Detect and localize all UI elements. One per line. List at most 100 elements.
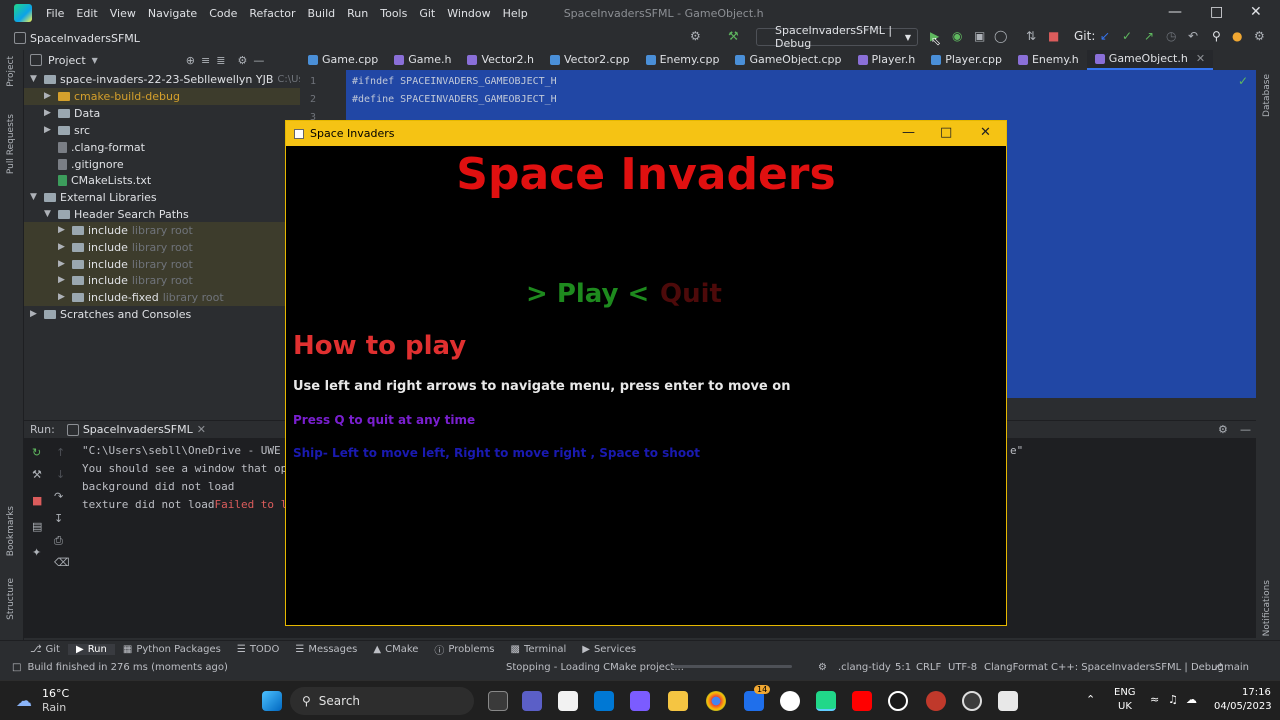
status-context[interactable]: C++: SpaceInvadersSFML | Debug: [1051, 662, 1224, 673]
git-push-icon[interactable]: ↗: [1144, 29, 1154, 43]
layout-icon[interactable]: ▤: [32, 520, 42, 533]
visual-studio-icon[interactable]: [744, 691, 764, 711]
weather-temp[interactable]: 16°C: [42, 687, 69, 700]
menu-build[interactable]: Build: [302, 7, 342, 20]
locate-icon[interactable]: ⊕: [186, 54, 195, 67]
toolwin-messages[interactable]: ☰ Messages: [287, 644, 365, 655]
down-arrow-icon[interactable]: ↓: [56, 468, 65, 481]
ide-maximize-icon[interactable]: □: [1210, 4, 1223, 20]
tab-gameobject-h[interactable]: GameObject.h ✕: [1086, 50, 1214, 70]
menu-edit[interactable]: Edit: [70, 7, 103, 20]
trash-icon[interactable]: ⌫: [54, 556, 70, 569]
stop-icon[interactable]: ■: [1048, 29, 1059, 43]
tree-root[interactable]: ▼ space-invaders-22-23-Sebllewellyn YJB …: [30, 71, 346, 88]
toolwin-run[interactable]: ▶ Run: [67, 644, 115, 655]
status-formatter[interactable]: ClangFormat: [984, 662, 1048, 673]
tab-enemy-cpp[interactable]: Enemy.cpp: [638, 50, 728, 70]
menu-play-option[interactable]: > Play <: [526, 279, 649, 309]
search-icon[interactable]: ⚲: [1212, 29, 1221, 43]
status-layout-icon[interactable]: □: [12, 662, 21, 673]
onedrive-icon[interactable]: ☁: [1186, 693, 1197, 706]
toolwin-problems[interactable]: ⓘ Problems: [426, 642, 502, 657]
inspection-ok-icon[interactable]: ✓: [1238, 74, 1248, 88]
up-arrow-icon[interactable]: ↑: [56, 446, 65, 459]
game-maximize-icon[interactable]: □: [940, 125, 952, 140]
ide-close-icon[interactable]: ✕: [1250, 4, 1262, 20]
menu-quit-option[interactable]: Quit: [660, 279, 722, 309]
tree-header-search-paths[interactable]: ▼ Header Search Paths: [44, 206, 189, 223]
tab-enemy-h[interactable]: Enemy.h: [1010, 50, 1087, 70]
menu-refactor[interactable]: Refactor: [243, 7, 301, 20]
volume-icon[interactable]: ♫: [1168, 693, 1178, 706]
git-commit-icon[interactable]: ✓: [1122, 29, 1132, 43]
status-line-separator[interactable]: CRLF: [916, 662, 941, 673]
menu-file[interactable]: File: [40, 7, 70, 20]
soft-wrap-icon[interactable]: ↷: [54, 490, 63, 503]
store-icon[interactable]: [558, 691, 578, 711]
project-panel-title[interactable]: Project: [48, 54, 86, 67]
menu-help[interactable]: Help: [497, 7, 534, 20]
game-titlebar[interactable]: Space Invaders — □ ✕: [286, 121, 1006, 146]
pin-icon[interactable]: ✦: [32, 546, 41, 559]
tab-player-h[interactable]: Player.h: [850, 50, 924, 70]
wifi-icon[interactable]: ≈: [1150, 693, 1159, 706]
tab-gameobject-cpp[interactable]: GameObject.cpp: [727, 50, 849, 70]
rerun-icon[interactable]: ↻: [32, 446, 41, 459]
run-settings-gear-icon[interactable]: ⚙: [1218, 423, 1228, 436]
file-explorer-icon[interactable]: [668, 691, 688, 711]
stripe-database[interactable]: Database: [1262, 74, 1272, 117]
clock-date[interactable]: 04/05/2023: [1214, 701, 1272, 712]
coverage-icon[interactable]: ▣: [974, 29, 985, 43]
rollback-icon[interactable]: ↶: [1188, 29, 1198, 43]
updates-icon[interactable]: ●: [1232, 29, 1242, 43]
collapse-all-icon[interactable]: ≣: [216, 54, 225, 67]
close-tab-icon[interactable]: ✕: [197, 423, 206, 436]
stripe-project[interactable]: Project: [6, 56, 16, 87]
menu-code[interactable]: Code: [203, 7, 243, 20]
photos-icon[interactable]: [630, 691, 650, 711]
language-region[interactable]: UK: [1118, 701, 1132, 712]
menu-view[interactable]: View: [104, 7, 142, 20]
profile-icon[interactable]: ◯: [994, 29, 1007, 43]
menu-window[interactable]: Window: [441, 7, 496, 20]
stripe-notifications[interactable]: Notifications: [1262, 580, 1272, 636]
settings-gear-icon[interactable]: ⚙: [1254, 29, 1265, 43]
menu-navigate[interactable]: Navigate: [142, 7, 203, 20]
taskbar-search[interactable]: ⚲ Search: [290, 687, 474, 715]
game-close-icon[interactable]: ✕: [980, 125, 991, 140]
debug-icon[interactable]: ◉: [952, 29, 962, 43]
tree-external-libraries[interactable]: ▼ External Libraries: [30, 189, 157, 206]
toolwin-python-packages[interactable]: ▦ Python Packages: [115, 644, 229, 655]
task-view-icon[interactable]: [488, 691, 508, 711]
tab-game-h[interactable]: Game.h: [386, 50, 459, 70]
obs-icon[interactable]: [962, 691, 982, 711]
tab-vector2-cpp[interactable]: Vector2.cpp: [542, 50, 638, 70]
wrench-icon[interactable]: ⚒: [32, 468, 42, 481]
print-icon[interactable]: ⎙: [54, 534, 63, 548]
toolwin-terminal[interactable]: ▩ Terminal: [503, 644, 575, 655]
toolwin-cmake[interactable]: ▲ CMake: [365, 644, 426, 655]
scroll-end-icon[interactable]: ↧: [54, 512, 63, 525]
language-code[interactable]: ENG: [1114, 687, 1136, 698]
run-config-select[interactable]: SpaceInvadersSFML | Debug ▼: [756, 24, 918, 50]
build-hammer-icon[interactable]: ⚒: [728, 29, 739, 43]
status-caret-position[interactable]: 5:1: [895, 662, 911, 673]
clock-time[interactable]: 17:16: [1242, 687, 1271, 698]
chevron-up-icon[interactable]: ⌃: [1086, 693, 1095, 706]
game-minimize-icon[interactable]: —: [902, 125, 915, 140]
toolwin-git[interactable]: ⎇ Git: [22, 644, 68, 655]
tree-item-data[interactable]: ▶ Data: [44, 105, 100, 122]
tab-vector2-h[interactable]: Vector2.h: [459, 50, 542, 70]
teams-icon[interactable]: [522, 691, 542, 711]
tree-include-2[interactable]: ▶ include library root: [24, 239, 286, 256]
options-gear-icon[interactable]: ⚙: [237, 54, 247, 67]
hide-run-panel-icon[interactable]: —: [1240, 423, 1251, 436]
tree-item-cmakelists[interactable]: CMakeLists.txt: [58, 172, 151, 189]
toolwin-todo[interactable]: ☰ TODO: [229, 644, 288, 655]
run-tab[interactable]: SpaceInvadersSFML ✕: [66, 423, 206, 436]
tree-include-fixed[interactable]: ▶ include-fixed library root: [24, 289, 286, 306]
tree-item-gitignore[interactable]: .gitignore: [58, 156, 124, 173]
stop-run-icon[interactable]: ■: [32, 494, 42, 507]
weather-desc[interactable]: Rain: [42, 701, 66, 714]
toolwin-services[interactable]: ▶ Services: [574, 644, 644, 655]
